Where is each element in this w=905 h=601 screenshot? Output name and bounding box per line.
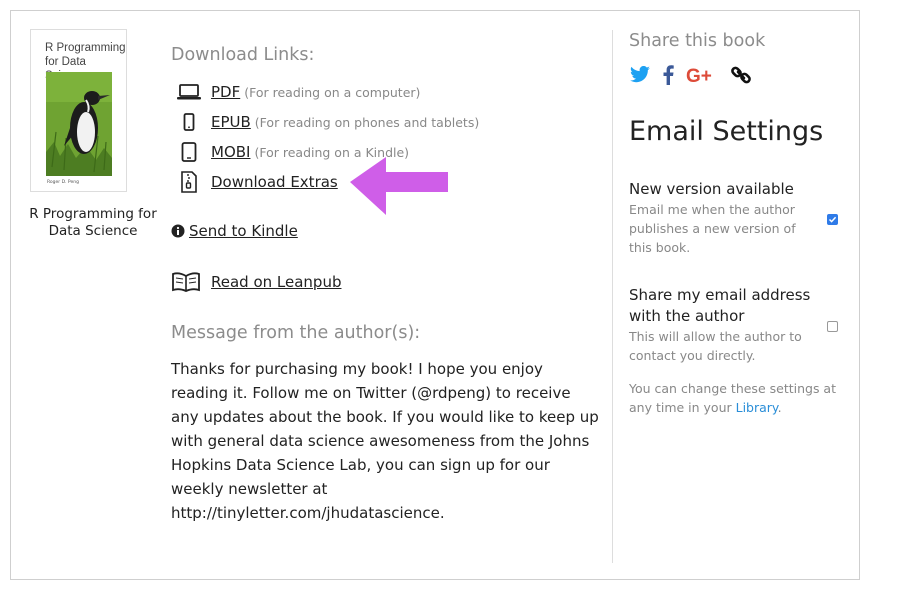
epub-note: (For reading on phones and tablets) bbox=[254, 114, 480, 130]
mobi-link[interactable]: MOBI bbox=[211, 143, 250, 161]
epub-link[interactable]: EPUB bbox=[211, 113, 251, 131]
download-epub-row: EPUB (For reading on phones and tablets) bbox=[176, 111, 479, 133]
download-links-heading: Download Links: bbox=[171, 45, 315, 65]
footer-text: You can change these settings at any tim… bbox=[629, 381, 836, 415]
share-email-checkbox[interactable] bbox=[827, 321, 838, 332]
message-line: Thanks for purchasing my book! I hope yo… bbox=[171, 360, 543, 378]
info-icon bbox=[171, 224, 185, 238]
read-on-leanpub-link[interactable]: Read on Leanpub bbox=[211, 273, 341, 291]
author-message-heading: Message from the author(s): bbox=[171, 323, 421, 343]
facebook-icon[interactable] bbox=[663, 65, 674, 85]
cover-penguin-image bbox=[46, 72, 112, 176]
new-version-title: New version available bbox=[629, 180, 794, 198]
send-to-kindle-row: Send to Kindle bbox=[171, 220, 298, 242]
book-cover[interactable]: R Programming for Data Science Roger D. … bbox=[30, 29, 127, 192]
laptop-icon bbox=[176, 81, 202, 103]
pointer-arrow-icon bbox=[350, 157, 448, 215]
new-version-description: Email me when the author publishes a new… bbox=[629, 202, 796, 255]
svg-text:G+: G+ bbox=[686, 66, 712, 85]
twitter-icon[interactable] bbox=[629, 66, 651, 84]
pdf-link[interactable]: PDF bbox=[211, 83, 240, 101]
message-line: with general data science awesomeness fr… bbox=[171, 432, 590, 450]
share-icons: G+ bbox=[629, 64, 764, 86]
new-version-checkbox[interactable] bbox=[827, 214, 838, 225]
download-extras-row: Download Extras bbox=[176, 171, 338, 193]
message-line: any updates about the book. If you would… bbox=[171, 408, 599, 426]
download-pdf-row: PDF (For reading on a computer) bbox=[176, 81, 420, 103]
zip-file-icon bbox=[176, 171, 202, 193]
settings-footer-note: You can change these settings at any tim… bbox=[629, 379, 839, 417]
open-book-icon bbox=[171, 272, 201, 292]
phone-icon bbox=[176, 111, 202, 133]
message-line: weekly newsletter at bbox=[171, 480, 328, 498]
author-message: Thanks for purchasing my book! I hope yo… bbox=[171, 357, 606, 525]
book-title: R Programming for Data Science bbox=[29, 206, 157, 239]
pdf-note: (For reading on a computer) bbox=[244, 84, 421, 100]
read-on-leanpub-row: Read on Leanpub bbox=[171, 271, 341, 293]
google-plus-icon[interactable]: G+ bbox=[686, 65, 718, 85]
email-settings-heading: Email Settings bbox=[629, 116, 824, 147]
tablet-icon bbox=[176, 141, 202, 163]
share-email-description: This will allow the author to contact yo… bbox=[629, 329, 802, 363]
share-email-title: Share my email address with the author bbox=[629, 286, 811, 325]
message-line: http://tinyletter.com/jhudatascience. bbox=[171, 504, 445, 522]
library-link[interactable]: Library bbox=[736, 400, 778, 415]
column-divider bbox=[612, 30, 613, 563]
message-line: reading it. Follow me on Twitter (@rdpen… bbox=[171, 384, 571, 402]
link-icon[interactable] bbox=[730, 64, 752, 86]
send-to-kindle-link[interactable]: Send to Kindle bbox=[189, 222, 298, 240]
download-extras-link[interactable]: Download Extras bbox=[211, 173, 338, 191]
share-heading: Share this book bbox=[629, 31, 766, 51]
message-line: Hopkins Data Science Lab, you can sign u… bbox=[171, 456, 550, 474]
cover-author: Roger D. Peng bbox=[47, 180, 79, 185]
footer-end: . bbox=[777, 400, 782, 415]
